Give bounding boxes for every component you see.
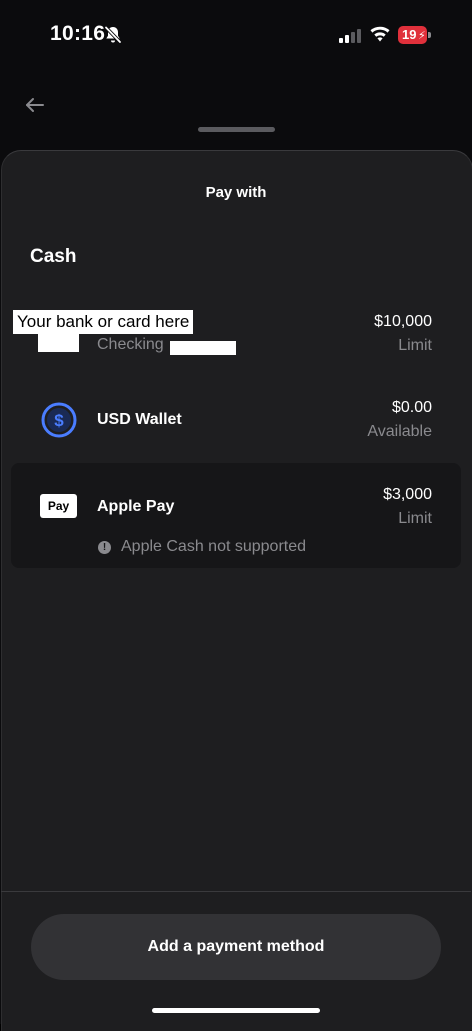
- usd-wallet-amount: $0.00: [391, 399, 432, 416]
- apple-pay-amount: $3,000: [383, 486, 432, 503]
- status-time: 10:16: [50, 22, 106, 45]
- battery-cap: [428, 32, 431, 38]
- footer-divider: [1, 891, 471, 892]
- payment-method-bank[interactable]: Your bank or card here Checking $10,000 …: [11, 300, 461, 370]
- dollar-circle-icon: $: [41, 402, 77, 438]
- signal-icon: [339, 29, 361, 43]
- bank-redaction-label: Your bank or card here: [13, 310, 194, 334]
- apple-pay-notice: Apple Cash not supported: [121, 538, 307, 555]
- apple-pay-name: Apple Pay: [97, 498, 175, 515]
- sheet-grabber[interactable]: [198, 127, 275, 132]
- bank-amount-label: Limit: [398, 337, 432, 354]
- sheet-title: Pay with: [205, 184, 267, 201]
- battery-charging-icon: 19 ⚡: [398, 26, 431, 44]
- svg-text:$: $: [54, 411, 64, 430]
- apple-pay-amount-label: Limit: [398, 510, 432, 527]
- bolt-icon: ⚡: [418, 30, 426, 42]
- apple-pay-logo-text: Pay: [47, 499, 70, 513]
- info-icon: !: [98, 541, 111, 554]
- redaction-box: [170, 341, 236, 355]
- payment-method-usd-wallet[interactable]: $ USD Wallet $0.00 Available: [11, 384, 461, 456]
- usd-wallet-amount-label: Available: [367, 423, 432, 440]
- apple-pay-logo: Pay: [40, 494, 77, 518]
- bank-amount: $10,000: [374, 313, 432, 330]
- wifi-icon: [370, 26, 390, 42]
- usd-wallet-name: USD Wallet: [97, 411, 182, 428]
- payment-sheet: [1, 150, 472, 1031]
- bank-account-type: Checking: [97, 336, 164, 353]
- home-indicator: [152, 1008, 320, 1013]
- status-bar: 10:16 19 ⚡: [0, 0, 472, 70]
- bell-slash-icon: [104, 26, 122, 44]
- add-payment-method-button[interactable]: Add a payment method: [31, 914, 441, 980]
- section-heading-cash: Cash: [30, 246, 77, 267]
- payment-method-apple-pay[interactable]: Pay Apple Pay $3,000 Limit ! Apple Cash …: [11, 463, 461, 568]
- back-arrow-icon[interactable]: [22, 92, 48, 118]
- redaction-box: [38, 334, 79, 352]
